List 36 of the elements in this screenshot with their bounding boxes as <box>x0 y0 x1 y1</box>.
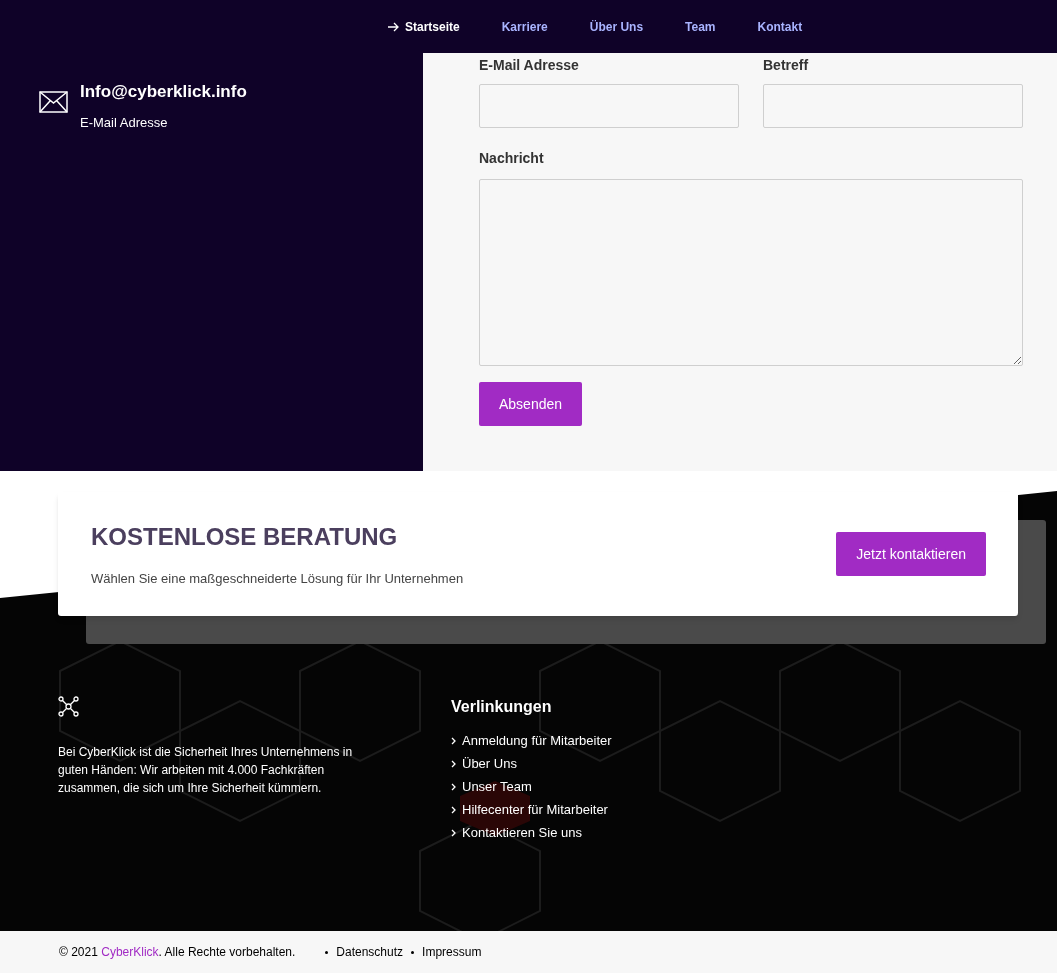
chevron-icon <box>451 805 456 814</box>
input-field[interactable] <box>479 84 739 128</box>
network-icon <box>58 696 79 717</box>
chevron-icon <box>451 736 456 745</box>
about-text: Bei CyberKlick ist die Sicherheit Ihres Unternehmens in guten Händen: Wir arbeiten mit 4.000 Fachkräften zusammen, die sich um Ihre Sicherheit kümmern. <box>58 744 354 797</box>
arrow-icon <box>388 21 399 32</box>
chevron-icon <box>451 782 456 791</box>
email-caption: E-Mail Adresse <box>80 113 169 132</box>
brand-link[interactable]: CyberKlick <box>101 945 159 959</box>
input-field[interactable] <box>763 84 1023 128</box>
message-field[interactable] <box>479 179 1023 366</box>
nav-link[interactable]: Team <box>685 17 716 36</box>
submit-button[interactable]: Absenden <box>479 382 583 426</box>
contact-button[interactable]: Jetzt kontaktieren <box>836 532 986 576</box>
footer-link[interactable]: Anmeldung für Mitarbeiter <box>462 731 612 750</box>
mail-icon <box>39 91 68 113</box>
links-heading: Verlinkungen <box>451 697 553 717</box>
nav-link[interactable]: Startseite <box>388 17 460 36</box>
chevron-icon <box>451 759 456 768</box>
nav-link[interactable]: Über Uns <box>589 17 644 36</box>
nav-link[interactable]: Kontakt <box>757 17 803 36</box>
chevron-icon <box>451 828 456 837</box>
cta-text: Wählen Sie eine maßgeschneiderte Lösung für Ihr Unternehmen <box>91 570 464 589</box>
email-address: Info@cyberklick.info <box>80 81 247 103</box>
footer-link[interactable]: Hilfecenter für Mitarbeiter <box>462 800 608 819</box>
field-label: Nachricht <box>479 149 545 168</box>
nav-link[interactable]: Karriere <box>501 17 548 36</box>
footer-link[interactable]: Kontaktieren Sie uns <box>462 823 582 842</box>
cta-title: KOSTENLOSE BERATUNG <box>91 522 399 553</box>
footer-link[interactable]: Impressum <box>422 943 482 961</box>
field-label: Betreff <box>763 56 810 75</box>
footer-link[interactable]: Über Uns <box>462 754 517 773</box>
copyright-text: © 2021 CyberKlick. Alle Rechte vorbehalten. <box>59 944 296 961</box>
footer-link[interactable]: Datenschutz <box>336 943 404 961</box>
footer-link[interactable]: Unser Team <box>462 777 532 796</box>
field-label: E-Mail Adresse <box>479 56 580 75</box>
